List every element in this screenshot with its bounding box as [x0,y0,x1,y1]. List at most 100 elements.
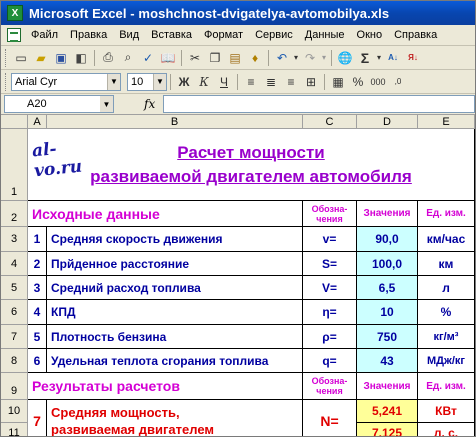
input-value[interactable]: 43 [357,349,418,373]
input-number[interactable]: 6 [28,349,47,373]
input-unit[interactable]: км/час [418,227,475,252]
chevron-down-icon[interactable]: ▼ [100,96,113,112]
row-header-8[interactable]: 8 [1,349,28,373]
row-header-7[interactable]: 7 [1,325,28,349]
permissions-icon[interactable]: ◧ [71,48,91,68]
input-label[interactable]: Прйденное расстояние [47,252,303,276]
autosum-icon[interactable]: Σ [355,48,375,68]
select-all-corner[interactable] [1,115,28,129]
input-value[interactable]: 100,0 [357,252,418,276]
input-symbol[interactable]: q= [303,349,357,373]
result-unit-kw[interactable]: КВт [418,400,475,423]
input-symbol[interactable]: v= [303,227,357,252]
units-header[interactable]: Ед. изм. [418,373,475,400]
row-header-11[interactable]: 11 [1,423,28,436]
result-label[interactable]: Средняя мощность, развиваемая двигателем [47,400,303,436]
workbook-icon[interactable] [7,28,21,42]
input-unit[interactable]: % [418,300,475,325]
input-unit[interactable]: кг/м³ [418,325,475,349]
undo-dropdown-icon[interactable]: ▾ [292,48,300,68]
input-value[interactable]: 6,5 [357,276,418,300]
row-header-1[interactable]: 1 [1,129,28,201]
menu-view[interactable]: Вид [113,29,145,41]
input-number[interactable]: 2 [28,252,47,276]
font-name-select[interactable]: Arial Cyr ▼ [11,72,121,91]
input-label[interactable]: КПД [47,300,303,325]
result-value-kw[interactable]: 5,241 [357,400,418,423]
column-header-b[interactable]: B [47,115,303,129]
designation-header[interactable]: Обозна-чения [303,373,357,400]
sort-ascending-icon[interactable]: A↓ [383,48,403,68]
chevron-down-icon[interactable]: ▼ [153,73,166,90]
menu-tools[interactable]: Сервис [249,29,299,41]
row-header-3[interactable]: 3 [1,227,28,252]
name-box[interactable]: A20 ▼ [4,95,114,113]
menu-window[interactable]: Окно [351,29,389,41]
input-symbol[interactable]: η= [303,300,357,325]
input-value[interactable]: 90,0 [357,227,418,252]
input-unit[interactable]: км [418,252,475,276]
menu-data[interactable]: Данные [299,29,351,41]
menu-file[interactable]: Файл [25,29,64,41]
input-symbol[interactable]: ρ= [303,325,357,349]
input-number[interactable]: 4 [28,300,47,325]
bold-icon[interactable]: Ж [174,72,194,92]
increase-decimal-icon[interactable]: ,0 [388,72,408,92]
cut-icon[interactable]: ✂ [185,48,205,68]
print-icon[interactable]: ⎙ [98,48,118,68]
fx-icon[interactable]: fx [144,97,155,111]
menu-edit[interactable]: Правка [64,29,113,41]
row-header-2[interactable]: 2 [1,201,28,227]
input-number[interactable]: 5 [28,325,47,349]
toolbar-grip[interactable] [5,48,8,67]
redo-icon[interactable]: ↷ [300,48,320,68]
spelling-icon[interactable]: ✓ [138,48,158,68]
result-number[interactable]: 7 [28,400,47,436]
result-unit-hp[interactable]: л. с. [418,423,475,436]
values-header[interactable]: Значения [357,373,418,400]
chevron-down-icon[interactable]: ▼ [107,73,120,90]
menu-insert[interactable]: Вставка [145,29,198,41]
results-header[interactable]: Результаты расчетов [28,373,303,400]
input-unit[interactable]: л [418,276,475,300]
row-header-6[interactable]: 6 [1,300,28,325]
input-unit[interactable]: МДж/кг [418,349,475,373]
column-header-e[interactable]: E [418,115,475,129]
merge-center-icon[interactable]: ⊞ [301,72,321,92]
designation-header[interactable]: Обозна-чения [303,201,357,227]
align-left-icon[interactable]: ≡ [241,72,261,92]
row-header-10[interactable]: 10 [1,400,28,423]
units-header[interactable]: Ед. изм. [418,201,475,227]
input-symbol[interactable]: S= [303,252,357,276]
menu-help[interactable]: Справка [388,29,443,41]
input-value[interactable]: 750 [357,325,418,349]
new-icon[interactable]: ▭ [11,48,31,68]
redo-dropdown-icon[interactable]: ▾ [320,48,328,68]
values-header[interactable]: Значения [357,201,418,227]
print-preview-icon[interactable]: ⌕ [118,48,138,68]
column-header-d[interactable]: D [357,115,418,129]
currency-icon[interactable]: ▦ [328,72,348,92]
input-label[interactable]: Средний расход топлива [47,276,303,300]
research-icon[interactable]: 📖 [158,48,178,68]
copy-icon[interactable]: ❐ [205,48,225,68]
formula-input[interactable] [163,95,475,113]
hyperlink-icon[interactable]: 🌐 [335,48,355,68]
column-header-c[interactable]: C [303,115,357,129]
input-number[interactable]: 3 [28,276,47,300]
input-number[interactable]: 1 [28,227,47,252]
input-symbol[interactable]: V= [303,276,357,300]
open-icon[interactable]: ▰ [31,48,51,68]
undo-icon[interactable]: ↶ [272,48,292,68]
align-right-icon[interactable]: ≡ [281,72,301,92]
percent-icon[interactable]: % [348,72,368,92]
result-symbol[interactable]: N= [303,400,357,436]
sort-descending-icon[interactable]: Я↓ [403,48,423,68]
inputs-header[interactable]: Исходные данные [28,201,303,227]
row-header-9[interactable]: 9 [1,373,28,400]
format-painter-icon[interactable]: ♦ [245,48,265,68]
save-icon[interactable]: ▣ [51,48,71,68]
paste-icon[interactable]: ▤ [225,48,245,68]
row-header-5[interactable]: 5 [1,276,28,300]
input-label[interactable]: Плотность бензина [47,325,303,349]
